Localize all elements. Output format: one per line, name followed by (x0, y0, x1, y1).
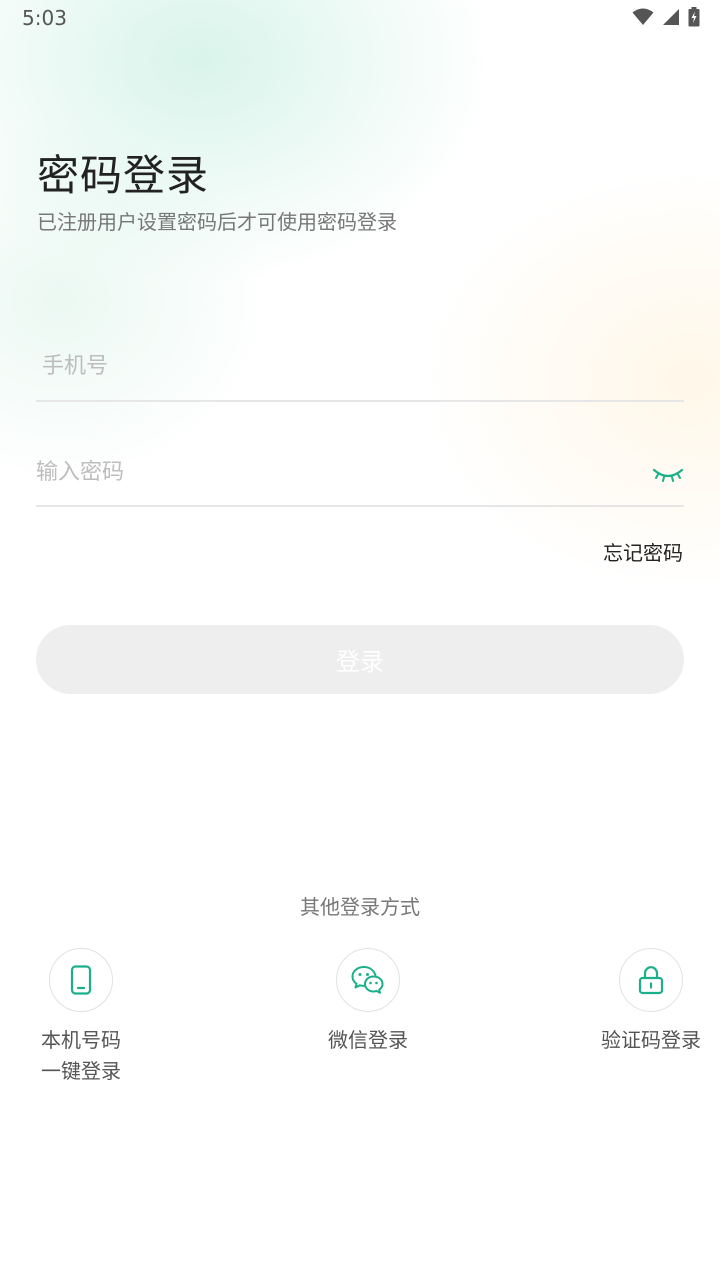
other-login-title: 其他登录方式 (300, 895, 420, 919)
password-input[interactable] (36, 452, 596, 492)
wechat-login-option[interactable]: 微信登录 (278, 948, 458, 1056)
page-subtitle: 已注册用户设置密码后才可使用密码登录 (37, 210, 397, 234)
eye-closed-icon[interactable] (652, 462, 684, 484)
login-screen: 5:03 密码登录 已注册用户设置密码后才可使用密码登录 手机号 忘记密码 登录… (0, 0, 720, 1280)
page-title: 密码登录 (37, 151, 210, 200)
wechat-login-label: 微信登录 (328, 1028, 408, 1052)
sms-code-login-button[interactable] (619, 948, 683, 1012)
sms-code-login-label: 验证码登录 (601, 1028, 701, 1052)
one-tap-login-label: 本机号码 一键登录 (41, 1028, 121, 1083)
one-tap-login-option[interactable]: 本机号码 一键登录 (0, 948, 171, 1087)
phone-field (36, 346, 684, 402)
cellular-signal-icon (663, 9, 679, 25)
battery-charging-icon (688, 7, 700, 27)
status-icons (632, 7, 700, 27)
wechat-icon (351, 966, 384, 994)
forgot-password-link[interactable]: 忘记密码 (603, 537, 683, 566)
wechat-login-button[interactable] (336, 948, 400, 1012)
sms-code-login-option[interactable]: 验证码登录 (561, 948, 720, 1056)
status-time: 5:03 (22, 6, 67, 30)
phone-input[interactable] (42, 346, 602, 386)
password-field (36, 452, 684, 507)
login-button[interactable]: 登录 (36, 625, 684, 694)
lock-icon (638, 966, 664, 995)
status-bar: 5:03 (0, 0, 720, 38)
phone-icon (70, 965, 92, 995)
wifi-icon (632, 8, 654, 25)
one-tap-login-button[interactable] (49, 948, 113, 1012)
